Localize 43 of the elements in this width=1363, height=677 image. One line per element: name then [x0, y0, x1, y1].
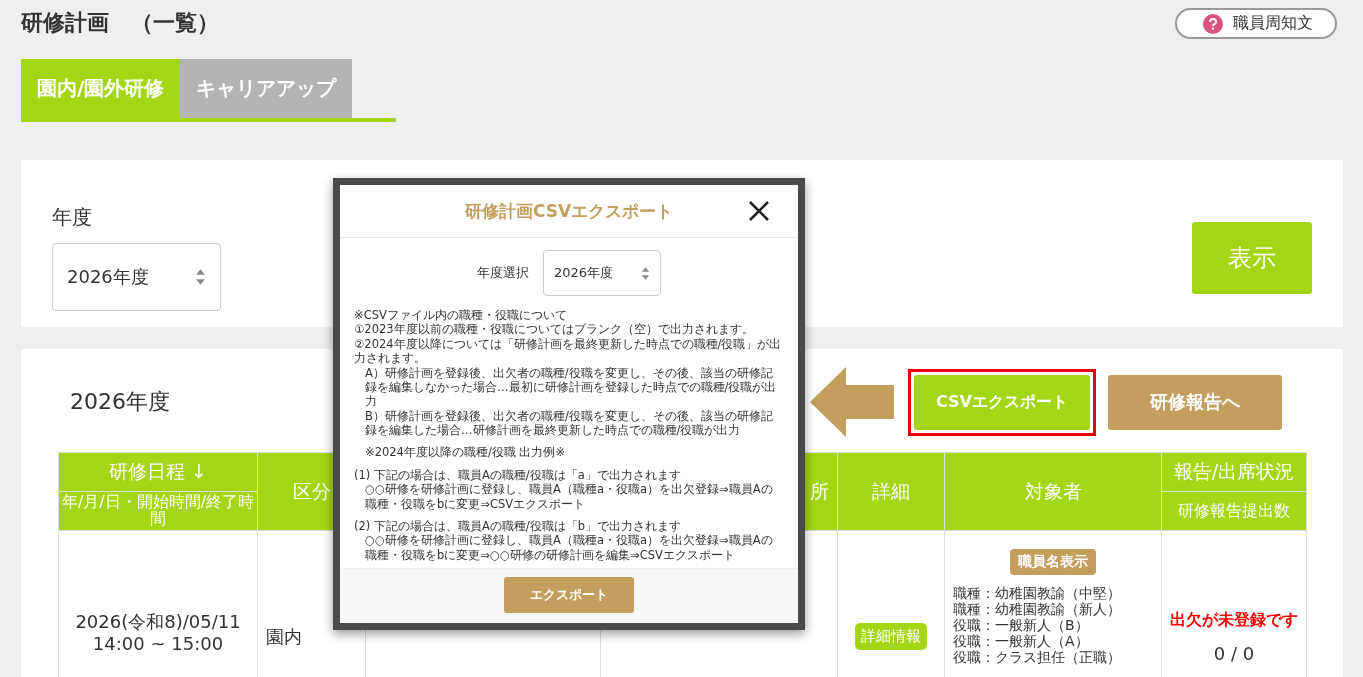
- csv-export-button[interactable]: CSVエクスポート: [914, 374, 1090, 430]
- note-text: ○○研修を研修計画に登録し、職員A（職種a・役職a）を出欠登録⇒職員Aの職種・役職をbに変更⇒○○研修の研修計画を編集⇒CSVエクスポート: [364, 533, 774, 562]
- report-count: 0 / 0: [1212, 642, 1256, 664]
- note-text: ①2023年度以前の職種・役職についてはブランク（空）で出力されます。: [354, 322, 755, 337]
- column-subheader: 年/月/日・開始時間/終了時間: [58, 491, 258, 531]
- status-text: 出欠が未登録です: [1170, 611, 1298, 629]
- staff-names-button[interactable]: 職員名表示: [1010, 549, 1096, 575]
- page-title: 研修計画 （一覧）: [21, 9, 219, 37]
- column-subheader: 研修報告提出数: [1161, 491, 1307, 531]
- year-select[interactable]: 2026年度: [52, 243, 221, 311]
- note-text: B）研修計画を登録後、出欠者の職種/役職を変更し、その後、該当の研修記録を編集した場合…研修計画を最終更新した時点での職種/役職が出力: [364, 408, 774, 438]
- column-header[interactable]: 研修日程 ↓: [58, 452, 258, 492]
- year-label: 年度: [52, 204, 93, 231]
- date-cell: 2026(令和8)/05/11 14:00 ~ 15:00: [75, 611, 241, 655]
- spinner-icon: [195, 268, 206, 286]
- report-button[interactable]: 研修報告へ: [1108, 374, 1282, 430]
- export-button[interactable]: エクスポート: [504, 577, 634, 613]
- spinner-icon: [641, 265, 650, 281]
- target-text: 職種：幼稚園教諭（新人）: [953, 601, 1122, 617]
- tab[interactable]: 園内/園外研修: [21, 59, 181, 118]
- arrow-icon: [810, 367, 894, 437]
- category-cell: 園内: [266, 626, 302, 647]
- show-button[interactable]: 表示: [1192, 221, 1312, 294]
- export-year-select[interactable]: 2026年度: [543, 250, 661, 296]
- column-header: 詳細: [837, 452, 945, 531]
- target-text: 役職：一般新人（A）: [953, 633, 1090, 649]
- target-text: 職種：幼稚園教諭（中堅）: [953, 585, 1122, 601]
- year-select-label: 年度選択: [477, 264, 529, 282]
- year-heading: 2026年度: [70, 388, 170, 416]
- close-icon[interactable]: [748, 200, 770, 222]
- tab[interactable]: キャリアアップ: [180, 59, 353, 118]
- note-text: ②2024年度以降については「研修計画を最終更新した時点での職種/役職」が出力されます。: [354, 336, 783, 366]
- note-text: ※2024年度以降の職種/役職 出力例※: [364, 445, 567, 460]
- dialog-title: 研修計画CSVエクスポート: [464, 199, 674, 223]
- target-text: 役職：クラス担任（正職）: [953, 649, 1122, 665]
- column-header: 報告/出席状況: [1161, 452, 1307, 492]
- note-text: A）研修計画を登録後、出欠者の職種/役職を変更し、その後、該当の研修記録を編集しなかった場合…最初に研修計画を登録した時点での職種/役職が出力: [364, 365, 778, 409]
- help-button[interactable]: 職員周知文: [1175, 8, 1337, 39]
- note-text: ※CSVファイル内の職種・役職について: [354, 308, 568, 323]
- target-text: 役職：一般新人（B）: [953, 617, 1090, 633]
- detail-button[interactable]: 詳細情報: [855, 623, 927, 650]
- help-icon: [1203, 13, 1223, 34]
- column-header: 対象者: [944, 452, 1162, 531]
